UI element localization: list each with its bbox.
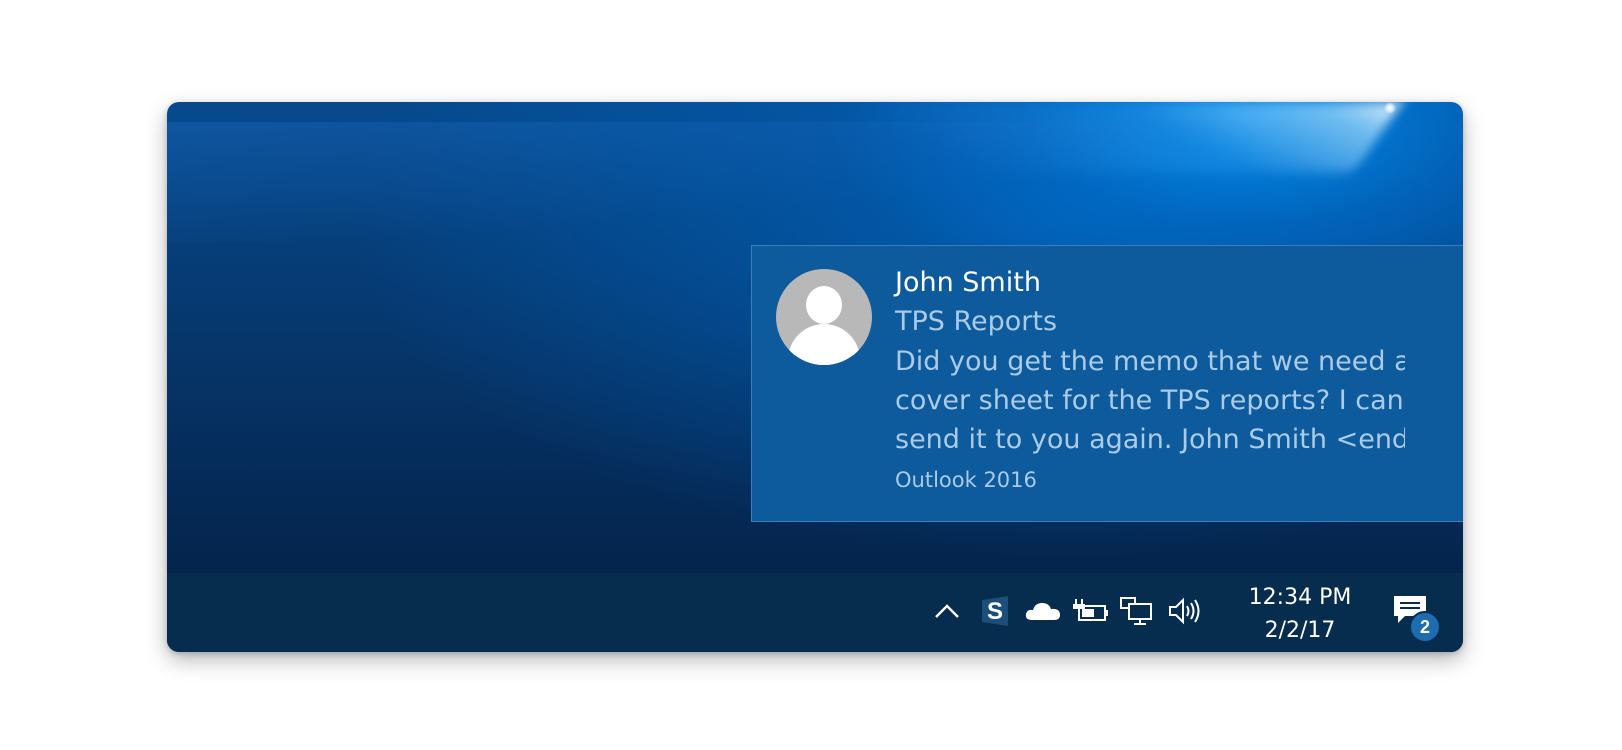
clock-date: 2/2/17 [1264,618,1336,643]
notification-body-line: Did you get the memo that we need a [895,346,1405,377]
wallpaper-flare [1384,102,1396,114]
notification-body: Did you get the memo that we need a cove… [895,342,1405,459]
notification-sender: John Smith [895,267,1041,298]
s-app-icon[interactable]: S [977,591,1013,631]
avatar-head [806,286,842,324]
action-center-button[interactable]: 2 [1387,589,1441,643]
sender-avatar [776,269,872,365]
notification-body-line: cover sheet for the TPS reports? I can [895,385,1404,416]
notification-app-name: Outlook 2016 [895,468,1037,492]
taskbar: S 12:34 PM 2/2/17 2 [167,573,1463,652]
notification-subject: TPS Reports [895,306,1058,337]
clock-time: 12:34 PM [1248,585,1352,610]
svg-text:S: S [987,598,1003,625]
chevron-up-icon[interactable] [931,591,963,631]
notification-body-line: send it to you again. John Smith <end [895,424,1405,455]
volume-icon[interactable] [1165,591,1205,631]
network-icon[interactable] [1117,591,1157,631]
battery-power-icon[interactable] [1071,591,1111,631]
notification-content: John Smith TPS Reports Did you get the m… [895,264,1415,497]
notification-toast[interactable]: John Smith TPS Reports Did you get the m… [751,245,1463,522]
notification-count-badge: 2 [1409,611,1441,643]
avatar-shoulders [788,324,860,365]
desktop: John Smith TPS Reports Did you get the m… [167,102,1463,652]
wallpaper-light-beam [733,102,1403,172]
onedrive-cloud-icon[interactable] [1023,591,1063,631]
taskbar-clock[interactable]: 12:34 PM 2/2/17 [1244,581,1356,647]
